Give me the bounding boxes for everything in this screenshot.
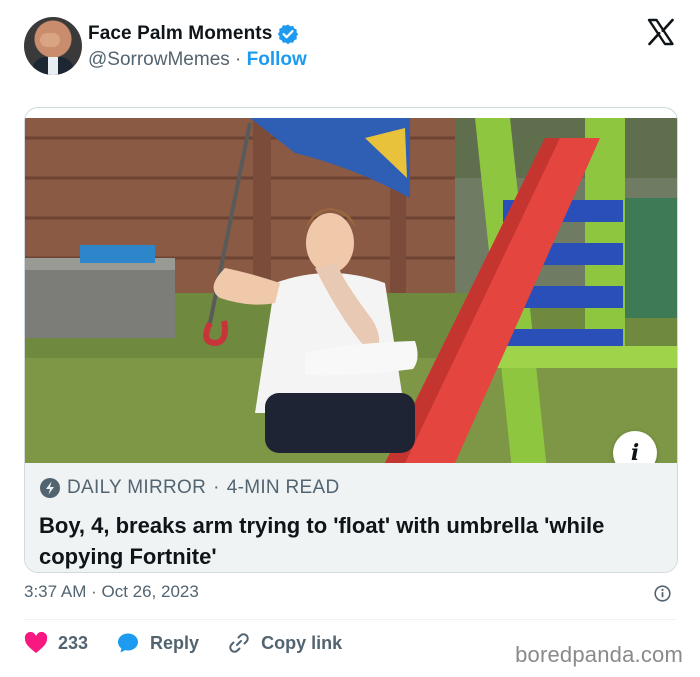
x-logo-icon[interactable]: [646, 17, 676, 47]
info-icon[interactable]: [654, 585, 671, 602]
like-count: 233: [58, 632, 89, 653]
reply-button[interactable]: Reply: [116, 631, 199, 655]
author-display-name[interactable]: Face Palm Moments: [88, 23, 272, 45]
verified-badge-icon: [278, 24, 299, 45]
watermark: boredpanda.com: [515, 642, 683, 667]
tweet-actions: 233 Reply Copy link: [24, 628, 370, 658]
card-source: DAILY MIRROR · 4-MIN READ: [39, 477, 340, 499]
like-button[interactable]: 233: [24, 632, 88, 654]
source-separator: ·: [213, 477, 220, 498]
handle-separator: ·: [235, 49, 242, 70]
read-time: 4-MIN READ: [226, 477, 340, 498]
article-photo[interactable]: [25, 118, 677, 463]
tweet-timestamp[interactable]: 3:37 AM · Oct 26, 2023: [24, 582, 199, 602]
avatar-shirt: [48, 57, 58, 75]
tweet-header: Face Palm Moments @SorrowMemes · Follow: [24, 17, 684, 79]
source-name: DAILY MIRROR: [67, 477, 207, 498]
copy-link-label: Copy link: [261, 632, 343, 653]
link-icon: [229, 633, 249, 653]
reply-bubble-icon: [118, 633, 139, 653]
divider: [24, 619, 676, 620]
link-card[interactable]: i DAILY MIRROR · 4-MIN READ Boy, 4, brea…: [24, 107, 678, 573]
heart-icon: [24, 632, 48, 653]
author-handle-line: @SorrowMemes · Follow: [88, 49, 307, 71]
copy-link-button[interactable]: Copy link: [227, 631, 342, 655]
reply-label: Reply: [150, 632, 200, 653]
author-name-line: Face Palm Moments: [88, 23, 299, 45]
card-footer[interactable]: DAILY MIRROR · 4-MIN READ Boy, 4, breaks…: [25, 463, 677, 572]
bolt-icon: [40, 478, 60, 498]
follow-button[interactable]: Follow: [247, 49, 307, 70]
avatar[interactable]: [24, 17, 82, 75]
avatar-hand: [40, 33, 60, 47]
author-handle[interactable]: @SorrowMemes: [88, 49, 230, 70]
card-headline[interactable]: Boy, 4, breaks arm trying to 'float' wit…: [39, 510, 659, 572]
